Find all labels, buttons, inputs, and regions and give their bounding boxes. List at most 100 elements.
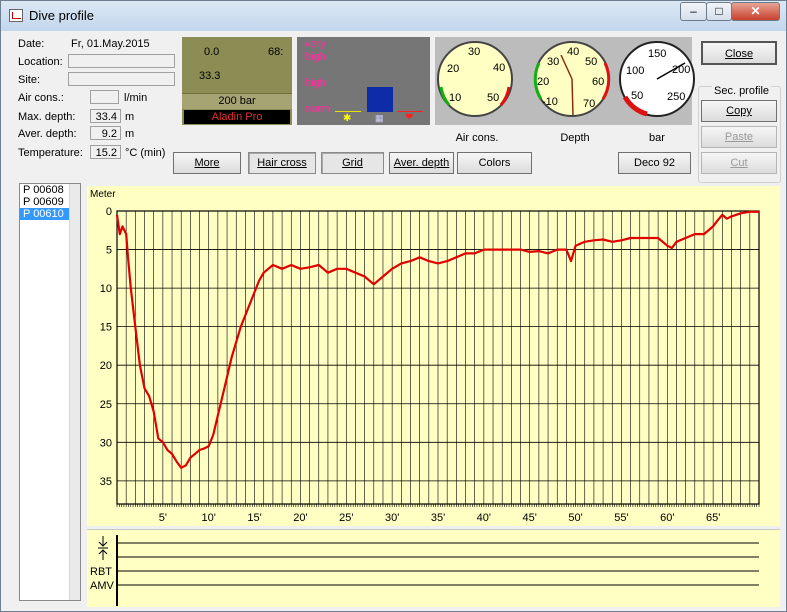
location-field[interactable] [68,54,175,68]
gauge3-tick-200: 200 [672,64,690,76]
gauge3-tick-250: 250 [667,91,685,103]
norm-line-1 [335,111,361,112]
chart-ylabel: Meter [90,189,116,200]
x-tick-label: 55' [614,512,628,524]
profile-list-scrollbar[interactable] [69,184,80,600]
dive-profile-window: Dive profile – □ ✕ Date: Fr, 01.May.2015… [0,0,787,612]
level-norm: norm [305,103,331,115]
paste-button[interactable]: Paste [701,126,777,148]
x-tick-label: 35' [431,512,445,524]
x-tick-label: 40' [477,512,491,524]
x-tick-label: 65' [706,512,720,524]
temperature-value: 15.2 [90,145,121,159]
y-tick-label: 30 [100,437,112,449]
x-tick-label: 10' [202,512,216,524]
gauge3-tick-50: 50 [631,90,643,102]
averdepth-label: Aver. depth: [18,128,77,140]
bar-gauge: 50 100 150 200 250 [619,41,695,117]
workload-bar [367,87,393,112]
lcd-pressure: 200 bar [182,93,292,109]
workload-icon: ▦ [375,113,384,123]
aircons-unit: l/min [124,92,148,104]
x-tick-label: 60' [660,512,674,524]
grid-button[interactable]: Grid [321,152,384,174]
maximize-button[interactable]: □ [706,2,732,21]
gauge2-tick-40: 40 [567,46,579,58]
depth-gauge: -10 20 30 40 50 60 70 [533,41,611,117]
aircons-label: Air cons.: [18,92,64,104]
y-tick-label: 10 [100,283,112,295]
aircons-value [90,90,119,104]
dive-profile-chart[interactable]: Meter 0 5 10 15 20 25 30 35 5' 10' 15' 20' 25' 30' 35… [87,186,780,526]
gauge2-tick-60: 60 [592,76,604,88]
chart-y-ticks: 0 5 10 15 20 25 30 35 [100,206,112,488]
x-tick-label: 20' [293,512,307,524]
gauge2-label: Depth [560,132,589,144]
workload-panel: very high high norm ✱ ▦ ❤ [297,37,430,125]
close-button[interactable]: Close [701,41,777,65]
heart-icon: ❤ [405,112,414,123]
close-icon: ✕ [750,4,761,18]
gauge2-tick-neg10: -10 [542,96,558,108]
x-tick-label: 45' [523,512,537,524]
averdepth-unit: m [125,128,135,140]
profile-chart-svg: Meter 0 5 10 15 20 25 30 35 5' 10' 15' 20' 25' 30' 35… [90,189,760,524]
location-label: Location: [18,56,63,68]
gauge3-tick-150: 150 [648,48,666,60]
maxdepth-unit: m [125,111,135,123]
site-field[interactable] [68,72,175,86]
x-tick-label: 30' [385,512,399,524]
client-area: Date: Fr, 01.May.2015 Location: Site: Ai… [8,31,781,607]
window-title: Dive profile [29,8,95,23]
lcd-left-value: 0.0 [204,46,220,58]
computer-display: 0.0 68: 33.3 200 bar Aladin Pro [182,37,292,125]
chart-grid [116,210,760,507]
gauges: 10 20 30 40 50 Air cons. -10 20 30 40 50… [437,41,695,144]
gauge2-tick-50: 50 [585,56,597,68]
rbt-label: RBT [90,566,112,578]
y-tick-label: 35 [100,476,112,488]
cut-button[interactable]: Cut [701,152,777,174]
level-very: very [305,38,326,50]
maxdepth-value: 33.4 [90,109,121,123]
date-value: Fr, 01.May.2015 [68,36,175,52]
gauge1-tick-20: 20 [447,63,459,75]
sec-profile-label: Sec. profile [712,85,772,97]
more-button[interactable]: More [173,152,241,174]
title-bar[interactable]: Dive profile – □ ✕ [1,1,786,31]
colors-button[interactable]: Colors [457,152,532,174]
level-high-1: high [305,51,326,63]
temperature-label: Temperature: [18,147,83,159]
gauge2-tick-20: 20 [537,76,549,88]
x-tick-label: 15' [247,512,261,524]
deco-button[interactable]: Deco 92 [618,152,691,174]
averdepth-button[interactable]: Aver. depth [389,152,454,174]
lcd-depth-value: 33.3 [199,70,221,82]
gauge1-tick-30: 30 [468,46,480,58]
x-tick-label: 50' [568,512,582,524]
profile-list[interactable]: P 00608 P 00609 P 00610 [19,183,81,601]
haircross-button[interactable]: Hair cross [248,152,316,174]
ascent-arrow-icon [98,536,108,560]
copy-button[interactable]: Copy [701,100,777,122]
gauge1-tick-50: 50 [487,92,499,104]
minimize-button[interactable]: – [680,2,707,21]
air-cons-gauge: 10 20 30 40 50 [437,41,513,117]
gauge1-label: Air cons. [456,132,499,144]
y-tick-label: 15 [100,322,112,334]
event-lanes-svg: RBT AMV [90,535,759,606]
amv-label: AMV [90,580,115,592]
event-lanes: RBT AMV [87,529,780,607]
sun-icon: ✱ [343,113,352,124]
minimize-icon: – [690,4,697,18]
temperature-unit: °C (min) [125,147,166,159]
y-tick-label: 25 [100,399,112,411]
site-label: Site: [18,74,41,86]
maxdepth-label: Max. depth: [18,111,76,123]
gauge3-label: bar [649,132,665,144]
gauge3-tick-100: 100 [626,65,644,77]
gauge2-tick-30: 30 [547,56,559,68]
gauge1-tick-10: 10 [449,92,461,104]
close-window-button[interactable]: ✕ [731,2,780,21]
lcd-right-value: 68: [268,46,284,58]
